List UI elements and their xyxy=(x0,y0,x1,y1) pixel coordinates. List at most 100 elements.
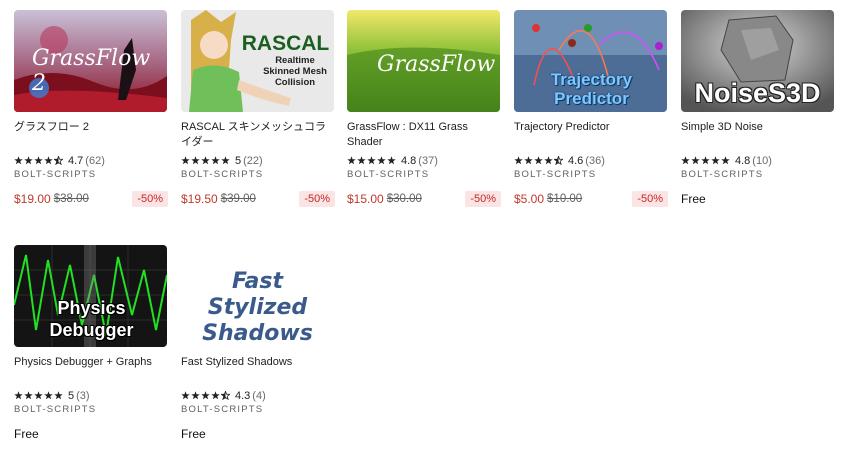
product-title[interactable]: Fast Stylized Shadows xyxy=(181,355,335,385)
publisher-link[interactable]: BOLT-SCRIPTS xyxy=(14,404,168,417)
rating-value: 4.8 xyxy=(401,154,417,167)
star-icon xyxy=(681,156,690,165)
star-icon xyxy=(181,156,190,165)
star-icon xyxy=(34,156,43,165)
price-row: $19.00 $38.00 -50% xyxy=(14,190,168,208)
star-icon xyxy=(191,391,200,400)
product-title[interactable]: GrassFlow : DX11 Grass Shader xyxy=(347,120,501,150)
star-icon xyxy=(721,156,730,165)
product-thumbnail[interactable]: Trajectory Predictor xyxy=(514,10,667,112)
original-price: $30.00 xyxy=(386,193,422,205)
price-row: $19.50 $39.00 -50% xyxy=(181,190,335,208)
star-icon xyxy=(34,391,43,400)
rating-stars xyxy=(181,391,231,400)
price-row: Free xyxy=(181,425,335,443)
product-card[interactable]: NoiseS3D Simple 3D Noise 4.8 (10) BOLT-S… xyxy=(681,10,835,208)
product-rating: 4.3 (4) xyxy=(181,388,335,403)
product-thumbnail[interactable]: Physics Debugger xyxy=(14,245,167,347)
star-half-icon xyxy=(554,156,563,165)
star-icon xyxy=(14,391,23,400)
star-half-icon xyxy=(54,156,63,165)
original-price: $39.00 xyxy=(220,193,256,205)
product-thumbnail[interactable]: Fast Stylized Shadows xyxy=(181,245,334,347)
product-title[interactable]: Simple 3D Noise xyxy=(681,120,835,150)
star-icon xyxy=(221,156,230,165)
product-card[interactable]: Fast Stylized Shadows Fast Stylized Shad… xyxy=(181,245,335,443)
star-icon xyxy=(54,391,63,400)
discount-badge: -50% xyxy=(299,191,335,207)
product-thumbnail[interactable]: NoiseS3D xyxy=(681,10,834,112)
sale-price: $5.00 xyxy=(514,192,545,206)
publisher-link[interactable]: BOLT-SCRIPTS xyxy=(181,169,335,182)
product-card[interactable]: Trajectory Predictor Trajectory Predicto… xyxy=(514,10,668,208)
star-icon xyxy=(524,156,533,165)
product-title[interactable]: グラスフロー 2 xyxy=(14,120,168,150)
rating-stars xyxy=(347,156,397,165)
price-row: Free xyxy=(681,190,835,208)
free-price: Free xyxy=(14,427,39,441)
free-price: Free xyxy=(681,192,706,206)
star-icon xyxy=(14,156,23,165)
thumbnail-title: GrassFlow 2 xyxy=(32,46,151,96)
star-icon xyxy=(514,156,523,165)
product-rating: 5 (22) xyxy=(181,153,335,168)
thumbnail-title: Physics Debugger xyxy=(49,298,134,340)
review-count: (22) xyxy=(243,154,263,167)
product-card[interactable]: Physics Debugger Physics Debugger + Grap… xyxy=(14,245,168,443)
product-thumbnail[interactable]: GrassFlow xyxy=(347,10,500,112)
star-icon xyxy=(191,156,200,165)
product-title[interactable]: Physics Debugger + Graphs xyxy=(14,355,168,385)
price-row: $15.00 $30.00 -50% xyxy=(347,190,501,208)
star-icon xyxy=(711,156,720,165)
rating-stars xyxy=(514,156,564,165)
star-icon xyxy=(211,156,220,165)
star-icon xyxy=(24,156,33,165)
publisher-link[interactable]: BOLT-SCRIPTS xyxy=(681,169,835,182)
review-count: (10) xyxy=(752,154,772,167)
thumbnail-title: GrassFlow xyxy=(377,52,496,77)
free-price: Free xyxy=(181,427,206,441)
review-count: (36) xyxy=(585,154,605,167)
star-icon xyxy=(367,156,376,165)
star-icon xyxy=(387,156,396,165)
product-rating: 5 (3) xyxy=(14,388,168,403)
product-rating: 4.6 (36) xyxy=(514,153,668,168)
product-thumbnail[interactable]: RASCAL Realtime Skinned Mesh Collision xyxy=(181,10,334,112)
price-row: Free xyxy=(14,425,168,443)
star-icon xyxy=(691,156,700,165)
star-icon xyxy=(44,391,53,400)
star-icon xyxy=(347,156,356,165)
sale-price: $19.00 xyxy=(14,192,51,206)
product-thumbnail[interactable]: GrassFlow 2 xyxy=(14,10,167,112)
price-row: $5.00 $10.00 -50% xyxy=(514,190,668,208)
star-icon xyxy=(377,156,386,165)
thumbnail-title: RASCAL xyxy=(241,32,330,55)
product-card[interactable]: GrassFlow GrassFlow : DX11 Grass Shader … xyxy=(347,10,501,208)
star-icon xyxy=(534,156,543,165)
sale-price: $19.50 xyxy=(181,192,218,206)
product-title[interactable]: RASCAL スキンメッシュコライダー xyxy=(181,120,335,150)
discount-badge: -50% xyxy=(632,191,668,207)
product-rating: 4.8 (37) xyxy=(347,153,501,168)
product-card[interactable]: RASCAL Realtime Skinned Mesh Collision R… xyxy=(181,10,335,208)
review-count: (62) xyxy=(85,154,105,167)
star-icon xyxy=(544,156,553,165)
star-icon xyxy=(357,156,366,165)
thumbnail-title: Fast Stylized Shadows xyxy=(202,269,313,346)
star-icon xyxy=(201,391,210,400)
publisher-link[interactable]: BOLT-SCRIPTS xyxy=(181,404,335,417)
publisher-link[interactable]: BOLT-SCRIPTS xyxy=(14,169,168,182)
star-icon xyxy=(24,391,33,400)
sale-price: $15.00 xyxy=(347,192,384,206)
original-price: $10.00 xyxy=(547,193,583,205)
product-title[interactable]: Trajectory Predictor xyxy=(514,120,668,150)
rating-value: 4.7 xyxy=(68,154,84,167)
publisher-link[interactable]: BOLT-SCRIPTS xyxy=(514,169,668,182)
product-card[interactable]: GrassFlow 2 グラスフロー 2 4.7 (62) BOLT-SCRIP… xyxy=(14,10,168,208)
thumbnail-title: Trajectory Predictor xyxy=(550,70,633,108)
publisher-link[interactable]: BOLT-SCRIPTS xyxy=(347,169,501,182)
discount-badge: -50% xyxy=(465,191,501,207)
product-rating: 4.8 (10) xyxy=(681,153,835,168)
star-icon xyxy=(701,156,710,165)
star-icon xyxy=(201,156,210,165)
